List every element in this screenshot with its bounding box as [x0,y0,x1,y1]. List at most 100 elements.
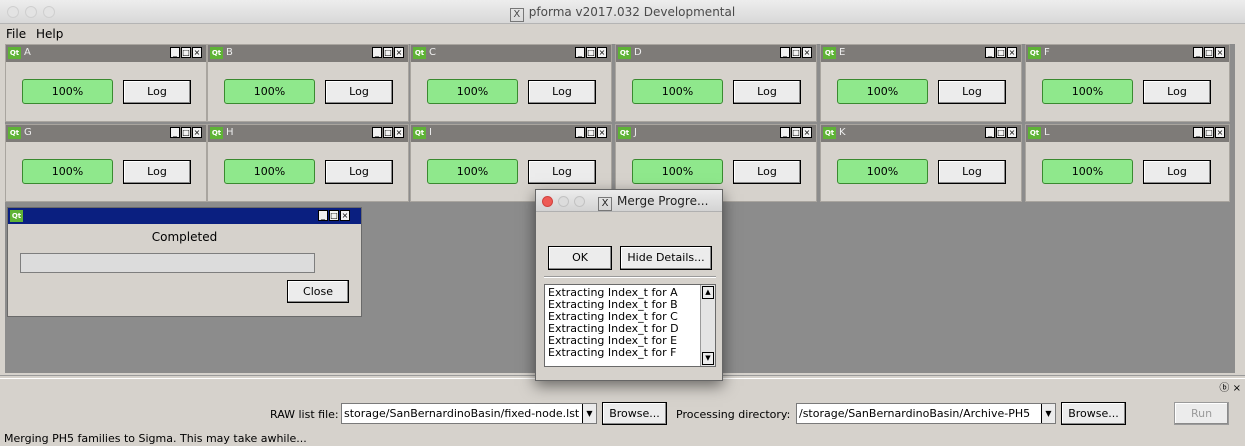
completed-dialog-titlebar[interactable]: Qt _ □ × [8,208,361,224]
main-titlebar: Xpforma v2017.032 Developmental [0,0,1245,24]
progress-bar: 100% [1042,159,1133,184]
ok-button[interactable]: OK [548,246,612,270]
processing-dir-combo[interactable]: /storage/SanBernardinoBasin/Archive-PH5 … [796,403,1056,424]
node-window-titlebar[interactable]: Qt F _ □ × [1026,45,1229,62]
minimize-icon[interactable]: _ [780,47,790,58]
node-window-titlebar[interactable]: Qt C _ □ × [411,45,611,62]
minimize-icon[interactable]: _ [575,127,585,138]
close-icon[interactable]: × [802,47,812,58]
hide-details-button[interactable]: Hide Details... [620,246,712,270]
details-text-box[interactable]: Extracting Index_t for A Extracting Index… [544,284,716,367]
maximize-icon[interactable]: □ [1204,47,1214,58]
node-name: G [24,127,32,138]
log-button[interactable]: Log [938,160,1006,184]
close-icon[interactable]: × [1007,127,1017,138]
minimize-icon[interactable]: _ [780,127,790,138]
progress-bar: 100% [22,79,113,104]
qt-icon: Qt [8,127,21,139]
close-icon[interactable]: × [394,127,404,138]
maximize-icon[interactable]: □ [383,47,393,58]
details-scrollbar[interactable]: ▲ ▼ [700,285,715,366]
minimize-icon[interactable]: _ [985,47,995,58]
maximize-icon[interactable]: □ [996,127,1006,138]
close-icon[interactable]: × [597,127,607,138]
dock-float-close-icon[interactable]: ⓑ × [1216,379,1241,394]
run-button[interactable]: Run [1174,402,1229,425]
qt-icon: Qt [8,47,21,59]
close-icon[interactable]: × [192,47,202,58]
minimize-icon[interactable]: _ [318,210,328,221]
merge-dialog-titlebar[interactable]: X Merge Progre... [536,190,722,212]
scroll-down-icon[interactable]: ▼ [702,352,714,365]
log-button[interactable]: Log [733,160,801,184]
log-button[interactable]: Log [1143,80,1211,104]
close-icon[interactable]: × [394,47,404,58]
completed-progress-bar [20,253,315,273]
log-button[interactable]: Log [123,80,191,104]
minimize-icon[interactable] [558,196,569,207]
maximize-icon[interactable]: □ [791,47,801,58]
minimize-icon[interactable]: _ [372,127,382,138]
node-window-titlebar[interactable]: Qt D _ □ × [616,45,816,62]
progress-bar: 100% [1042,79,1133,104]
minimize-icon[interactable]: _ [170,127,180,138]
close-icon[interactable]: × [802,127,812,138]
scroll-up-icon[interactable]: ▲ [702,286,714,299]
close-icon[interactable]: × [340,210,350,221]
minimize-icon[interactable]: _ [575,47,585,58]
log-button[interactable]: Log [938,80,1006,104]
maximize-icon[interactable]: □ [329,210,339,221]
maximize-icon[interactable]: □ [996,47,1006,58]
minimize-icon[interactable]: _ [372,47,382,58]
raw-list-combo[interactable]: storage/SanBernardinoBasin/fixed-node.ls… [341,403,597,424]
close-button[interactable]: Close [287,280,349,303]
log-button[interactable]: Log [325,80,393,104]
close-icon[interactable]: × [192,127,202,138]
menu-help[interactable]: Help [36,27,63,41]
node-window-titlebar[interactable]: Qt E _ □ × [821,45,1021,62]
close-icon[interactable]: × [597,47,607,58]
log-button[interactable]: Log [325,160,393,184]
maximize-icon[interactable]: □ [383,127,393,138]
node-name: K [839,127,846,138]
node-window-titlebar[interactable]: Qt G _ □ × [6,125,206,142]
maximize-icon[interactable]: □ [1204,127,1214,138]
log-button[interactable]: Log [733,80,801,104]
completed-message: Completed [151,230,218,244]
zoom-icon[interactable] [574,196,585,207]
qt-icon: Qt [1028,127,1041,139]
log-button[interactable]: Log [123,160,191,184]
maximize-icon[interactable]: □ [791,127,801,138]
node-window-titlebar[interactable]: Qt L _ □ × [1026,125,1229,142]
raw-list-value: storage/SanBernardinoBasin/fixed-node.ls… [344,407,580,420]
node-window-titlebar[interactable]: Qt K _ □ × [821,125,1021,142]
node-window-titlebar[interactable]: Qt H _ □ × [208,125,408,142]
processing-browse-button[interactable]: Browse... [1061,402,1126,425]
close-icon[interactable]: × [1007,47,1017,58]
log-button[interactable]: Log [528,80,596,104]
log-button[interactable]: Log [1143,160,1211,184]
node-window-titlebar[interactable]: Qt I _ □ × [411,125,611,142]
node-window-f: Qt F _ □ × 100% Log [1025,44,1230,122]
maximize-icon[interactable]: □ [586,47,596,58]
menu-file[interactable]: File [6,27,26,41]
maximize-icon[interactable]: □ [181,47,191,58]
maximize-icon[interactable]: □ [181,127,191,138]
node-name: C [429,47,436,58]
minimize-icon[interactable]: _ [1193,127,1203,138]
node-window-titlebar[interactable]: Qt B _ □ × [208,45,408,62]
chevron-down-icon[interactable]: ▼ [1041,404,1055,423]
log-button[interactable]: Log [528,160,596,184]
close-icon[interactable]: × [1215,127,1225,138]
chevron-down-icon[interactable]: ▼ [582,404,596,423]
close-icon[interactable]: × [1215,47,1225,58]
close-icon[interactable] [542,196,553,207]
raw-browse-button[interactable]: Browse... [602,402,667,425]
minimize-icon[interactable]: _ [985,127,995,138]
minimize-icon[interactable]: _ [170,47,180,58]
status-bar-text: Merging PH5 families to Sigma. This may … [4,432,307,445]
node-window-titlebar[interactable]: Qt A _ □ × [6,45,206,62]
maximize-icon[interactable]: □ [586,127,596,138]
node-window-titlebar[interactable]: Qt J _ □ × [616,125,816,142]
minimize-icon[interactable]: _ [1193,47,1203,58]
